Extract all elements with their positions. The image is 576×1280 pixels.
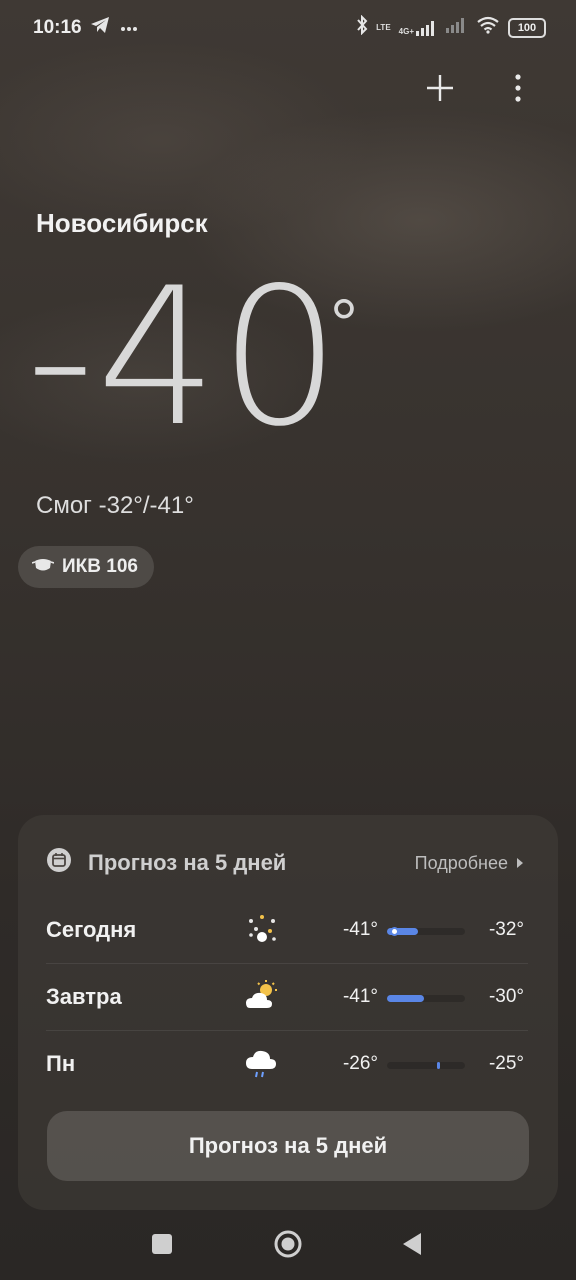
menu-button[interactable] — [500, 72, 536, 108]
navigation-bar — [0, 1212, 576, 1280]
status-bar: 10:16 LTE 4G+ 100 — [0, 0, 576, 56]
details-label: Подробнее — [414, 853, 508, 873]
forecast-min: -26° — [342, 1053, 378, 1074]
bluetooth-icon — [356, 14, 368, 40]
network-label: 4G+ — [398, 26, 414, 36]
forecast-day: Завтра — [46, 984, 122, 1009]
forecast-max: -25° — [488, 1053, 524, 1074]
home-button[interactable] — [266, 1224, 310, 1268]
forecast-day: Сегодня — [46, 917, 137, 942]
top-actions — [422, 72, 536, 108]
current-temperature: -40 — [26, 247, 343, 468]
wifi-icon — [476, 16, 500, 39]
temp-range-bar — [387, 927, 465, 936]
calendar-icon — [46, 847, 72, 878]
forecast-day: Пн — [46, 1051, 76, 1076]
forecast-max: -30° — [488, 986, 524, 1007]
add-city-button[interactable] — [422, 72, 458, 108]
chevron-right-icon — [516, 853, 524, 874]
status-time: 10:16 — [33, 17, 82, 38]
weather-condition: Смог -32°/-41° — [36, 492, 194, 519]
status-right-icons: LTE 4G+ 100 — [356, 14, 546, 40]
signal-icon — [446, 17, 468, 38]
back-button[interactable] — [390, 1224, 434, 1268]
forecast-header: Прогноз на 5 дней — [46, 847, 286, 878]
temp-range-fill — [387, 995, 425, 1002]
signal-4g-icon: 4G+ — [399, 20, 438, 36]
plus-icon — [425, 73, 455, 108]
partly-cloudy-sun-icon — [244, 978, 280, 1014]
temp-range-fill — [436, 1062, 441, 1069]
forecast-title: Прогноз на 5 дней — [88, 849, 287, 875]
back-triangle-icon — [401, 1232, 423, 1261]
forecast-min: -41° — [342, 986, 378, 1007]
recents-square-icon — [151, 1233, 173, 1260]
aqi-badge[interactable]: ИКВ 106 — [18, 546, 154, 588]
forecast-card: Прогноз на 5 дней Подробнее Сегодня -41°… — [18, 815, 558, 1210]
forecast-max: -32° — [488, 919, 524, 940]
forecast-min: -41° — [342, 919, 378, 940]
temperature-unit: ° — [330, 285, 358, 363]
details-link[interactable]: Подробнее — [415, 853, 524, 874]
recents-button[interactable] — [140, 1224, 184, 1268]
temp-range-bar — [387, 1062, 465, 1069]
forecast-row-today[interactable]: Сегодня -41° -32° — [46, 897, 528, 964]
five-day-forecast-button[interactable]: Прогноз на 5 дней — [47, 1111, 529, 1181]
more-dots-icon — [120, 19, 138, 37]
forecast-row-monday[interactable]: Пн -26° -25° — [46, 1031, 528, 1097]
cloud-rain-icon — [244, 1045, 280, 1081]
city-name: Новосибирск — [36, 208, 208, 238]
forecast-row-tomorrow[interactable]: Завтра -41° -30° — [46, 964, 528, 1031]
battery-icon: 100 — [508, 17, 546, 38]
more-vertical-icon — [515, 73, 521, 108]
fog-dots-icon — [244, 911, 280, 947]
home-circle-icon — [273, 1229, 303, 1264]
volte-icon: LTE — [376, 22, 391, 32]
status-left-icons — [90, 16, 138, 39]
telegram-icon — [90, 16, 110, 39]
temp-range-bar — [387, 995, 465, 1002]
current-temp-marker — [390, 927, 399, 936]
aqi-label: ИКВ 106 — [62, 556, 138, 577]
mask-icon — [31, 557, 55, 578]
